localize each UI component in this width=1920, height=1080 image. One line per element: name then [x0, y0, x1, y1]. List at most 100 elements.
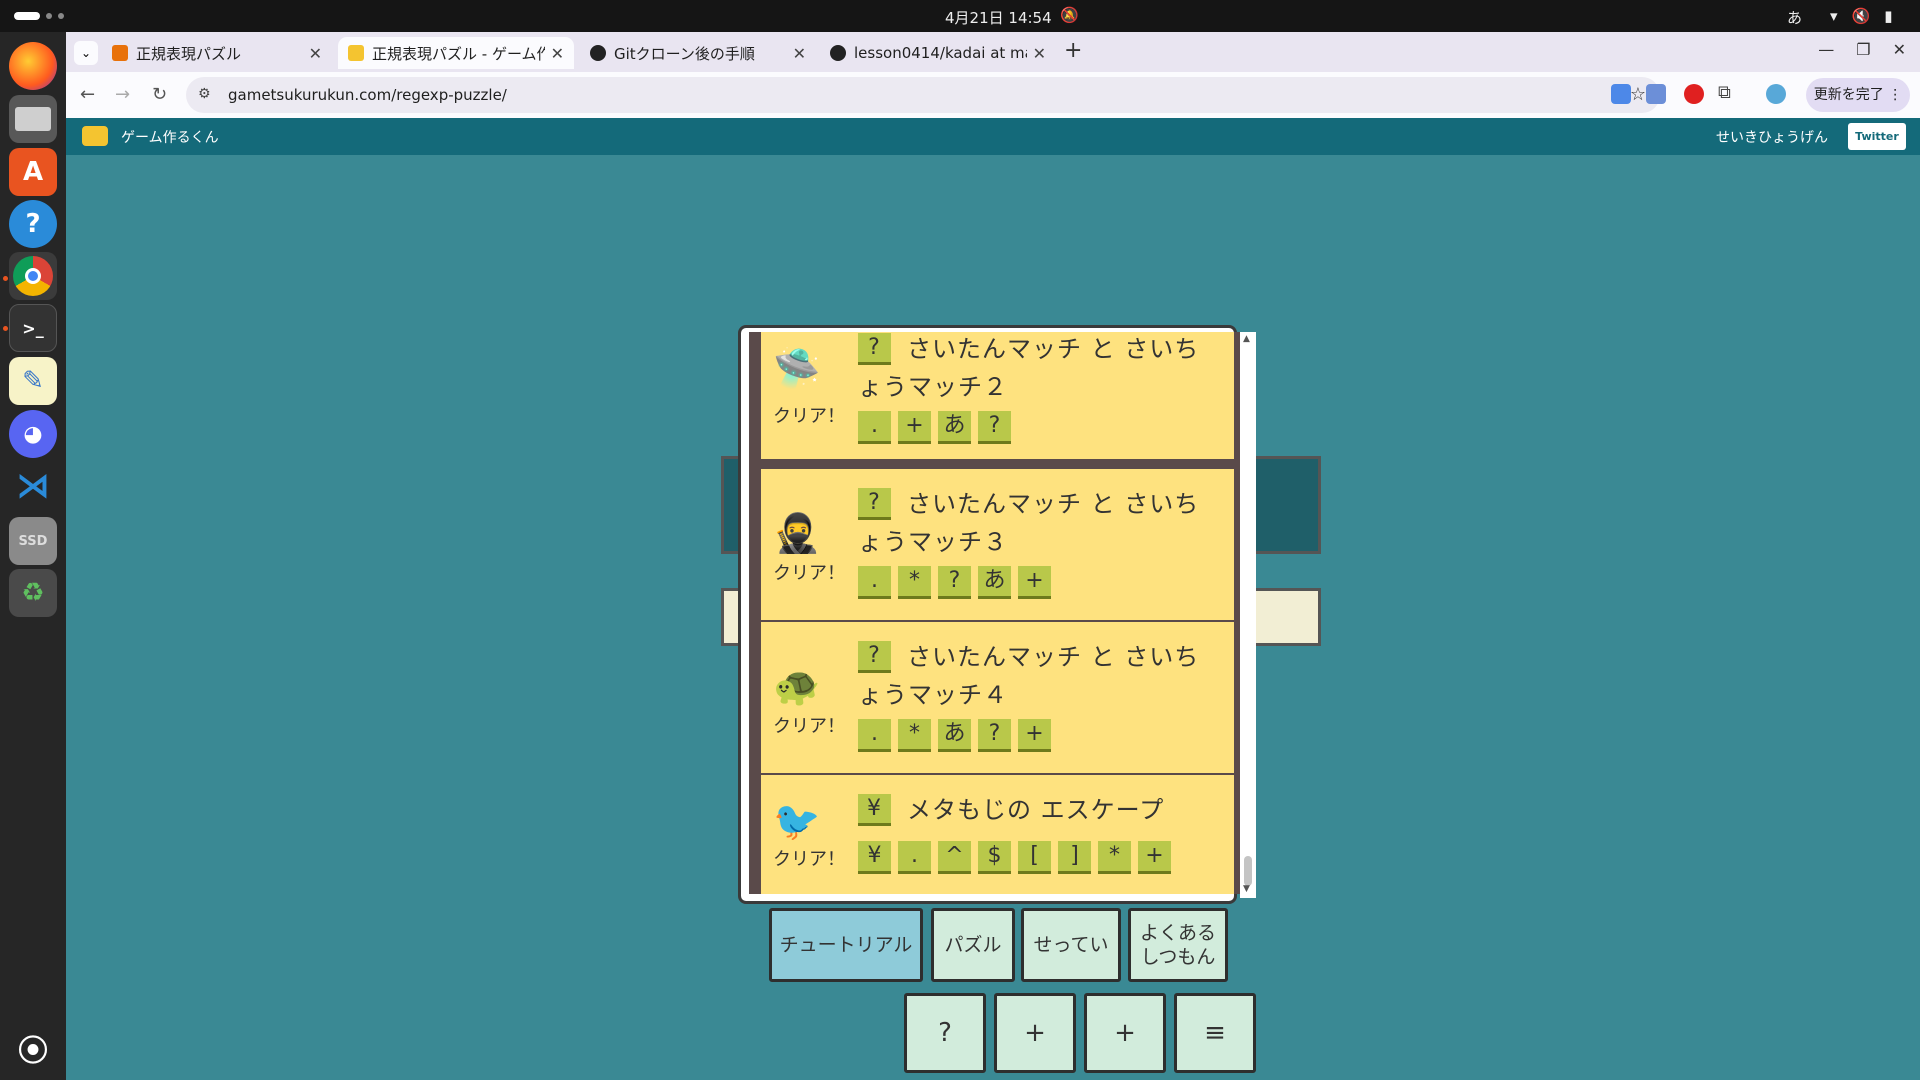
token: .	[898, 841, 931, 874]
tab-close-icon[interactable]: ✕	[1033, 44, 1046, 63]
token: ]	[1058, 841, 1091, 874]
trash-icon[interactable]: ♻	[9, 569, 57, 617]
puzzle-type-badge: ?	[858, 333, 891, 365]
token: ?	[938, 566, 971, 599]
token: ^	[938, 841, 971, 874]
web-page: ゲーム作るくん せいきひょうげん Twitter 🛸 クリア！ ? さいたんマッチ…	[66, 118, 1920, 1080]
tab-search-button[interactable]: ⌄	[74, 41, 98, 65]
tab-favicon-icon	[590, 45, 606, 61]
token-list: . + あ ?	[858, 411, 1011, 444]
stage-list-dialog: 🛸 クリア！ ? さいたんマッチ と さいちょうマッチ２ . + あ ? 🥷 クリ…	[738, 325, 1256, 904]
system-tray[interactable]: ▾ 🔇 ▮	[1830, 7, 1892, 25]
input-method-indicator[interactable]: あ	[1787, 7, 1802, 28]
extension-reader-icon[interactable]	[1611, 84, 1631, 104]
site-logo-icon[interactable]	[82, 126, 108, 146]
volume-muted-icon: 🔇	[1851, 7, 1871, 25]
puzzle-card[interactable]: 🐢 クリア！ ? さいたんマッチ と さいちょうマッチ４ . * あ ? +	[761, 622, 1234, 777]
token: ?	[978, 719, 1011, 752]
red-bird-icon: 🐦	[773, 799, 821, 843]
turtle-icon: 🐢	[773, 664, 821, 708]
puzzle-title: ? さいたんマッチ と さいちょうマッチ４	[858, 641, 1200, 709]
back-button[interactable]: ←	[80, 84, 95, 105]
scrollbar[interactable]: ▲ ▼	[1240, 332, 1256, 898]
url-text[interactable]: gametsukurukun.com/regexp-puzzle/	[228, 86, 507, 104]
token: あ	[978, 566, 1011, 599]
help-button[interactable]: ?	[904, 993, 986, 1073]
token: あ	[938, 719, 971, 752]
token: +	[1138, 841, 1171, 874]
game-title[interactable]: せいきひょうげん	[1716, 127, 1828, 147]
system-clock[interactable]: 4月21日 14:54	[945, 7, 1052, 28]
add-button[interactable]: +	[994, 993, 1076, 1073]
token: $	[978, 841, 1011, 874]
running-indicator	[3, 276, 8, 281]
scroll-down-icon[interactable]: ▼	[1243, 884, 1250, 894]
window-controls: — ❐ ✕	[1818, 40, 1906, 59]
tab-git-clone[interactable]: Gitクローン後の手順 ✕	[580, 37, 816, 69]
show-apps-icon[interactable]: ⦿	[9, 1024, 57, 1072]
reload-button[interactable]: ↻	[152, 84, 167, 105]
site-header: ゲーム作るくん せいきひょうげん Twitter	[66, 118, 1920, 155]
app-center-icon[interactable]: A	[9, 148, 57, 196]
scroll-up-icon[interactable]: ▲	[1243, 334, 1250, 344]
new-tab-button[interactable]: +	[1064, 38, 1082, 63]
tab-close-icon[interactable]: ✕	[793, 44, 806, 63]
puzzle-type-badge: ¥	[858, 794, 891, 826]
minimize-icon[interactable]: —	[1818, 40, 1834, 59]
tab-github-lesson[interactable]: lesson0414/kadai at main ✕	[820, 37, 1056, 69]
forward-button[interactable]: →	[115, 84, 130, 105]
notifications-muted-icon: 🔕	[1060, 6, 1079, 24]
puzzle-card[interactable]: 🥷 クリア！ ? さいたんマッチ と さいちょうマッチ３ . * ? あ +	[761, 469, 1234, 624]
stage-list[interactable]: 🛸 クリア！ ? さいたんマッチ と さいちょうマッチ２ . + あ ? 🥷 クリ…	[749, 332, 1245, 894]
address-bar[interactable]: ⚙ gametsukurukun.com/regexp-puzzle/ ☆	[186, 77, 1660, 113]
bookmark-star-icon[interactable]: ☆	[1630, 84, 1646, 105]
token: +	[1018, 566, 1051, 599]
github-icon	[830, 45, 846, 61]
puzzle-title: ¥ メタもじの エスケープ	[858, 791, 1224, 829]
dock: A ? >_ ✎ ◕ ⋊ SSD ♻ ⦿	[0, 32, 66, 1080]
chrome-icon[interactable]	[9, 252, 57, 300]
tab-faq[interactable]: よくある しつもん	[1128, 908, 1228, 982]
close-window-icon[interactable]: ✕	[1893, 40, 1906, 59]
add-button-2[interactable]: +	[1084, 993, 1166, 1073]
tab-settings[interactable]: せってい	[1021, 908, 1121, 982]
adblock-extension-icon[interactable]	[1684, 84, 1704, 104]
puzzle-title: ? さいたんマッチ と さいちょうマッチ２	[858, 333, 1200, 401]
tab-regexp-puzzle-game[interactable]: 正規表現パズル - ゲーム作るくん ✕	[338, 37, 574, 69]
activities-button[interactable]	[14, 12, 64, 20]
extensions-puzzle-icon[interactable]: ⧉	[1718, 82, 1738, 103]
firefox-icon[interactable]	[9, 42, 57, 90]
restore-icon[interactable]: ❐	[1856, 40, 1870, 59]
help-icon[interactable]: ?	[9, 200, 57, 248]
token: あ	[938, 411, 971, 444]
puzzle-card[interactable]: 🛸 クリア！ ? さいたんマッチ と さいちょうマッチ２ . + あ ?	[761, 332, 1234, 463]
browser-chrome: ⌄ 正規表現パズル ✕ 正規表現パズル - ゲーム作るくん ✕ Gitクローン後…	[66, 32, 1920, 118]
vscode-icon[interactable]: ⋊	[9, 462, 57, 510]
token: *	[898, 719, 931, 752]
ssd-drive-icon[interactable]: SSD	[9, 517, 57, 565]
discord-icon[interactable]: ◕	[9, 410, 57, 458]
files-icon[interactable]	[9, 95, 57, 143]
update-button[interactable]: 更新を完了 ⋮	[1806, 78, 1910, 112]
token: ¥	[858, 841, 891, 874]
wifi-icon: ▾	[1830, 7, 1838, 25]
tab-close-icon[interactable]: ✕	[309, 44, 322, 63]
puzzle-card[interactable]: 🐦 クリア！ ¥ メタもじの エスケープ ¥ . ^ $ [ ] * +	[761, 775, 1234, 894]
tab-puzzle[interactable]: パズル	[931, 908, 1015, 982]
scrollbar-thumb[interactable]	[1244, 856, 1252, 886]
text-editor-icon[interactable]: ✎	[9, 357, 57, 405]
translate-extension-icon[interactable]	[1646, 84, 1666, 104]
token: +	[1018, 719, 1051, 752]
site-info-icon[interactable]: ⚙	[198, 86, 211, 102]
profile-avatar[interactable]	[1766, 84, 1786, 104]
ninja-icon: 🥷	[773, 511, 821, 555]
tab-tutorial[interactable]: チュートリアル	[769, 908, 923, 982]
terminal-icon[interactable]: >_	[9, 304, 57, 352]
tab-strip: ⌄ 正規表現パズル ✕ 正規表現パズル - ゲーム作るくん ✕ Gitクローン後…	[66, 32, 1920, 72]
battery-icon: ▮	[1884, 7, 1893, 25]
twitter-button[interactable]: Twitter	[1848, 123, 1906, 150]
menu-button[interactable]: ≡	[1174, 993, 1256, 1073]
tab-close-icon[interactable]: ✕	[551, 44, 564, 63]
tab-regexp-puzzle[interactable]: 正規表現パズル ✕	[102, 37, 332, 69]
site-name[interactable]: ゲーム作るくん	[121, 127, 219, 147]
